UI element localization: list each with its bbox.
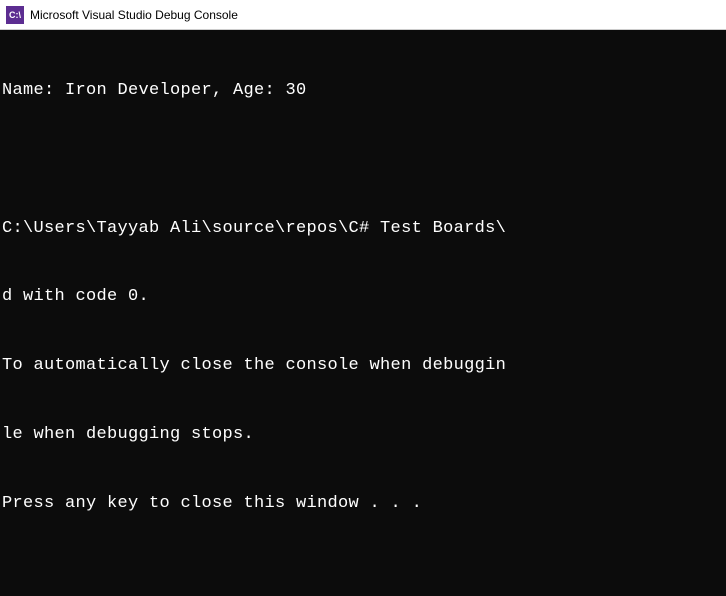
console-blank-line (2, 149, 724, 172)
console-line: le when debugging stops. (2, 424, 724, 447)
window-title-bar[interactable]: C:\ Microsoft Visual Studio Debug Consol… (0, 0, 726, 30)
app-icon-text: C:\ (9, 10, 21, 20)
console-line: Name: Iron Developer, Age: 30 (2, 80, 724, 103)
app-icon: C:\ (6, 6, 24, 24)
console-line: C:\Users\Tayyab Ali\source\repos\C# Test… (2, 218, 724, 241)
window-title: Microsoft Visual Studio Debug Console (30, 8, 238, 22)
console-line: d with code 0. (2, 286, 724, 309)
console-output[interactable]: Name: Iron Developer, Age: 30 C:\Users\T… (0, 30, 726, 596)
console-line: To automatically close the console when … (2, 355, 724, 378)
console-line: Press any key to close this window . . . (2, 493, 724, 516)
